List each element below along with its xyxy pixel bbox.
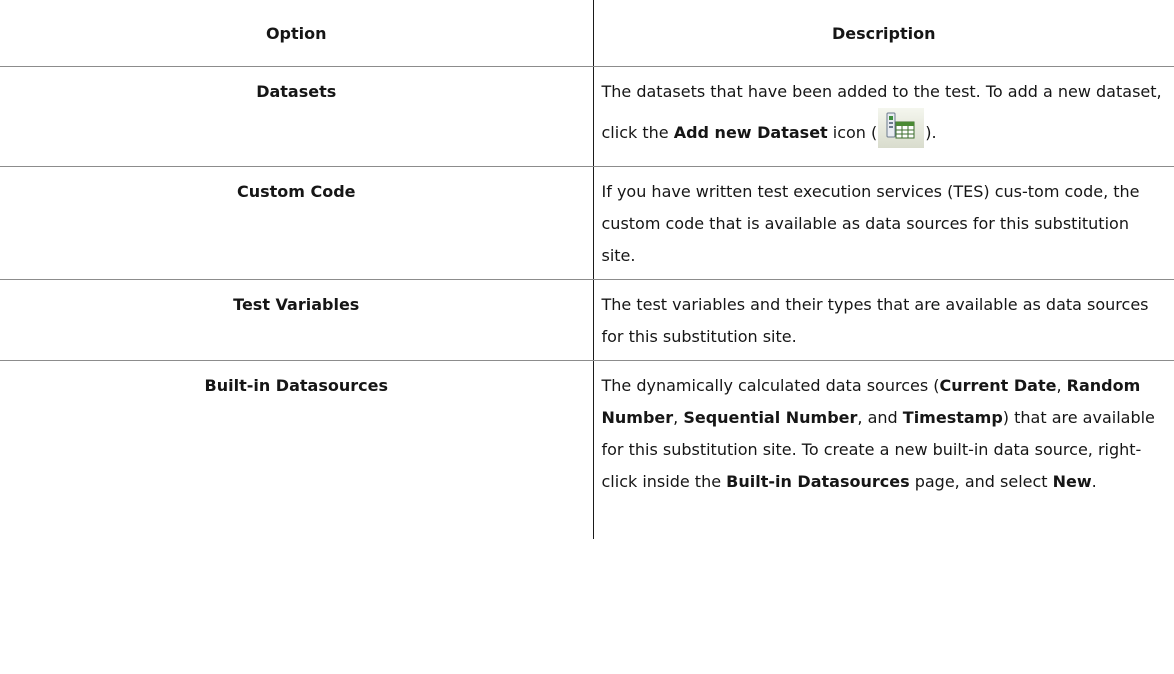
page: Option Description Datasets The datasets…: [0, 0, 1174, 674]
option-cell-built-in-datasources: Built-in Datasources: [0, 360, 594, 539]
description-text: icon (: [827, 123, 878, 142]
description-cell-built-in-datasources: The dynamically calculated data sources …: [593, 361, 1174, 539]
table-row: Built-in Datasources The dynamically cal…: [0, 360, 1174, 539]
new-menu-label: New: [1052, 472, 1092, 491]
description-text: ,: [1056, 376, 1067, 395]
description-text: ,: [673, 408, 684, 427]
table-row: Test Variables The test variables and th…: [0, 279, 1174, 361]
timestamp-label: Timestamp: [902, 408, 1003, 427]
add-new-dataset-label: Add new Dataset: [673, 123, 828, 142]
option-column-header: Option: [0, 0, 594, 67]
options-table: Option Description Datasets The datasets…: [0, 0, 1174, 539]
description-text: .: [1091, 472, 1097, 491]
option-cell-custom-code: Custom Code: [0, 166, 594, 280]
description-text: If you have written test execution servi…: [601, 182, 1140, 265]
add-new-dataset-icon: [878, 108, 925, 148]
current-date-label: Current Date: [939, 376, 1057, 395]
description-text: ).: [925, 123, 937, 142]
description-column-header: Description: [593, 0, 1174, 67]
description-cell-custom-code: If you have written test execution servi…: [593, 166, 1174, 280]
description-cell-test-variables: The test variables and their types that …: [593, 279, 1174, 361]
sequential-number-label: Sequential Number: [683, 408, 858, 427]
description-text: , and: [857, 408, 903, 427]
table-row: Custom Code If you have written test exe…: [0, 166, 1174, 280]
built-in-datasources-page-label: Built-in Datasources: [726, 472, 910, 491]
table-row: Datasets The datasets that have been add…: [0, 66, 1174, 167]
option-cell-test-variables: Test Variables: [0, 279, 594, 361]
description-text: The test variables and their types that …: [601, 295, 1149, 346]
description-text: The dynamically calculated data sources …: [601, 376, 940, 395]
description-cell-datasets: The datasets that have been added to the…: [593, 66, 1174, 167]
table-header-row: Option Description: [0, 0, 1174, 67]
description-text: page, and select: [909, 472, 1053, 491]
option-cell-datasets: Datasets: [0, 66, 594, 167]
